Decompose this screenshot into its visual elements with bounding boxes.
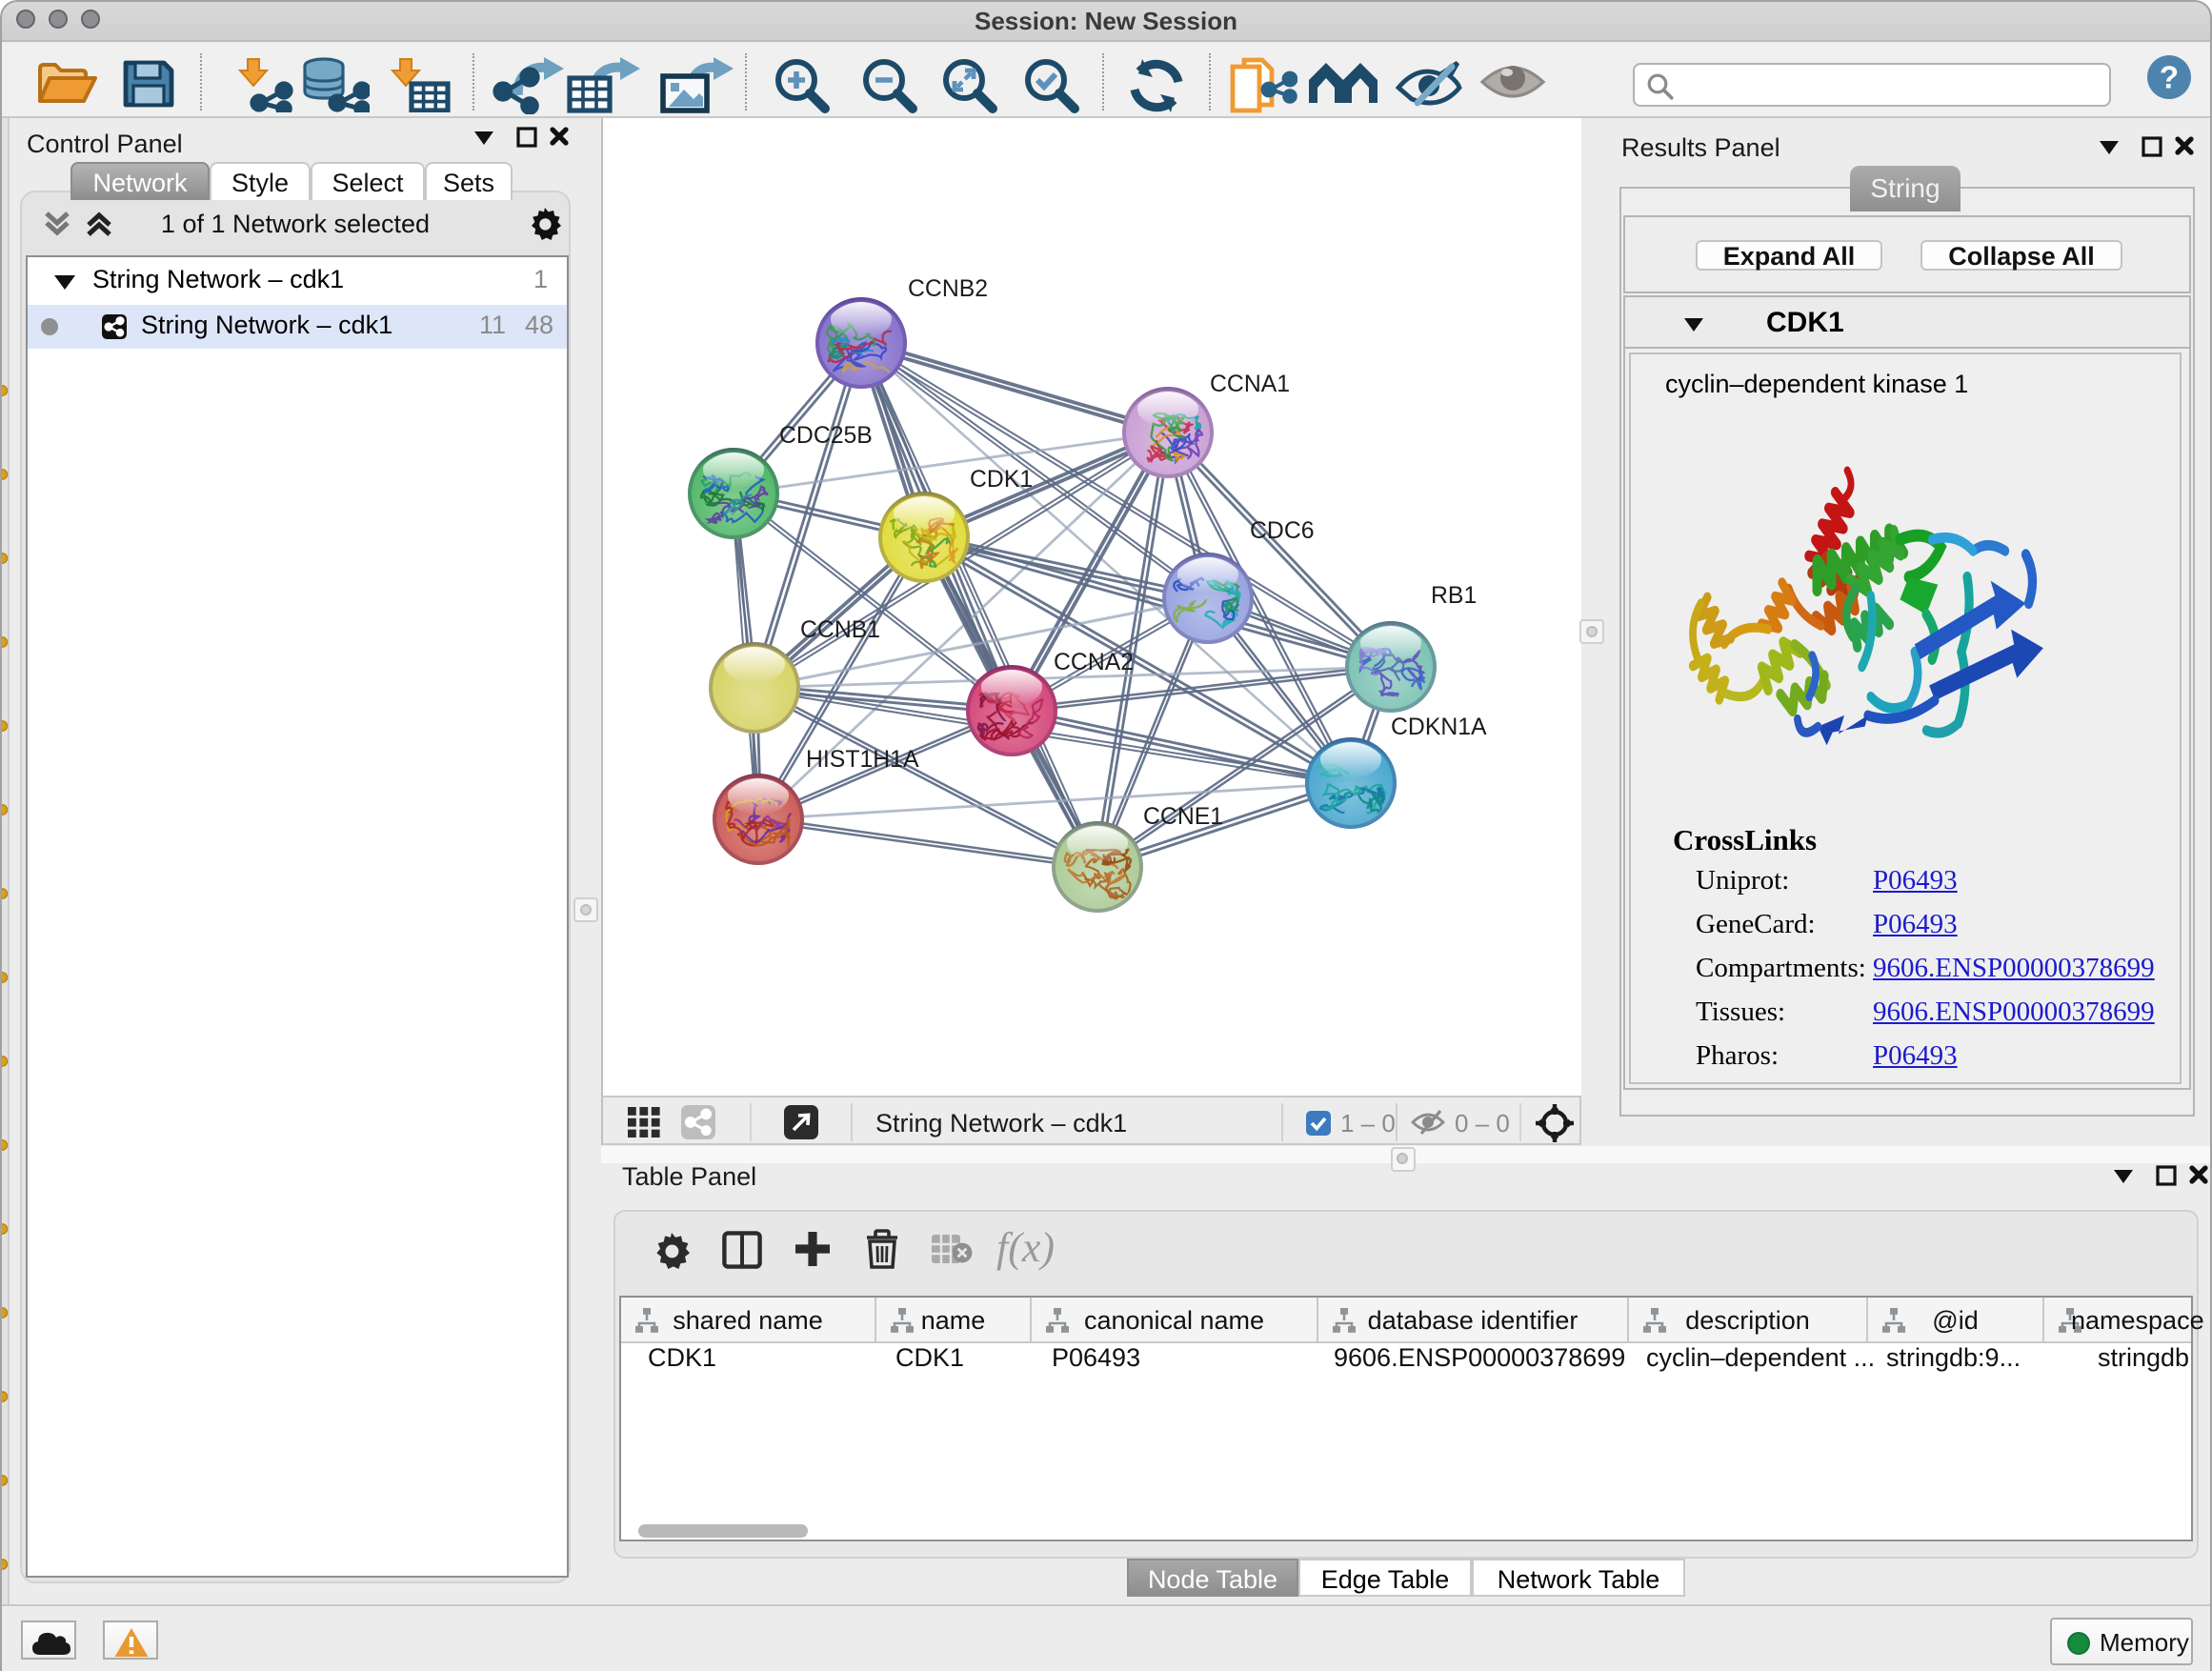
svg-text:CDK1: CDK1 bbox=[970, 467, 1033, 493]
svg-text:CCNA1: CCNA1 bbox=[1210, 372, 1290, 397]
svg-text:HIST1H1A: HIST1H1A bbox=[806, 747, 919, 773]
svg-text:RB1: RB1 bbox=[1431, 583, 1477, 609]
svg-text:CCNA2: CCNA2 bbox=[1054, 650, 1134, 675]
svg-text:CDC6: CDC6 bbox=[1250, 518, 1315, 544]
svg-text:?: ? bbox=[2160, 59, 2179, 94]
svg-text:CCNB1: CCNB1 bbox=[800, 617, 880, 643]
svg-text:CDC25B: CDC25B bbox=[779, 423, 873, 449]
svg-text:CDKN1A: CDKN1A bbox=[1391, 715, 1487, 740]
svg-text:CCNB2: CCNB2 bbox=[908, 276, 988, 302]
svg-text:CCNE1: CCNE1 bbox=[1143, 804, 1223, 830]
